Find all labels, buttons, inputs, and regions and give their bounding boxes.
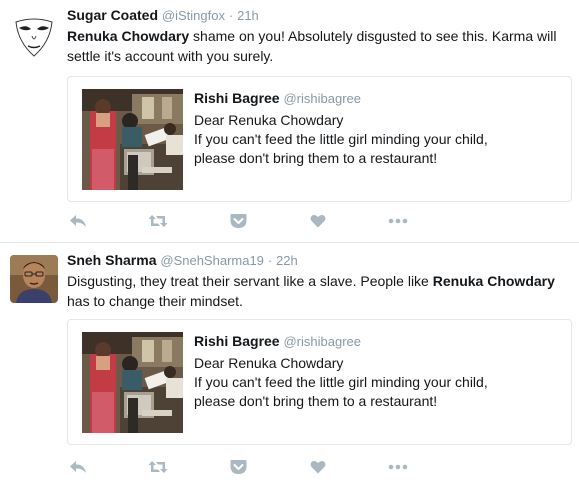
mention-link[interactable]: Renuka Chowdary — [67, 28, 189, 44]
mention-link[interactable]: Renuka Chowdary — [433, 273, 555, 289]
quoted-tweet-photo[interactable] — [82, 89, 183, 190]
more-icon[interactable] — [387, 211, 409, 231]
man-avatar-image — [10, 255, 58, 303]
reply-icon[interactable] — [67, 457, 89, 477]
timestamp[interactable]: 21h — [237, 8, 259, 23]
quoted-line-2: If you can't feed the little girl mindin… — [194, 374, 488, 390]
pocket-icon[interactable] — [227, 457, 249, 477]
quoted-line-3: please don't bring them to a restaurant! — [194, 393, 438, 409]
tweet-header: Sneh Sharma @SnehSharma19 · 22h — [67, 251, 298, 270]
quoted-author-name[interactable]: Rishi Bagree — [194, 333, 280, 349]
quoted-tweet-header: Rishi Bagree @rishibagree — [194, 332, 361, 351]
timestamp[interactable]: 22h — [276, 253, 298, 268]
restaurant-photo — [82, 332, 183, 433]
avatar[interactable] — [10, 12, 58, 60]
quoted-line-3: please don't bring them to a restaurant! — [194, 150, 438, 166]
quoted-tweet-text: Dear Renuka Chowdary If you can't feed t… — [194, 354, 564, 411]
quoted-tweet-header: Rishi Bagree @rishibagree — [194, 89, 361, 108]
author-name[interactable]: Sugar Coated — [67, 7, 158, 23]
quoted-line-1: Dear Renuka Chowdary — [194, 355, 344, 371]
tweet-text: Disgusting, they treat their servant lik… — [67, 271, 567, 311]
tweet-text: Renuka Chowdary shame on you! Absolutely… — [67, 26, 567, 66]
quoted-line-2: If you can't feed the little girl mindin… — [194, 131, 488, 147]
mask-avatar-image — [10, 12, 58, 60]
author-handle[interactable]: @SnehSharma19 — [160, 253, 264, 268]
author-name[interactable]: Sneh Sharma — [67, 252, 156, 268]
separator-dot: · — [228, 8, 234, 23]
quoted-tweet[interactable]: Rishi Bagree @rishibagree Dear Renuka Ch… — [67, 319, 572, 445]
quoted-author-handle[interactable]: @rishibagree — [283, 91, 361, 106]
tweet-header: Sugar Coated @iStingfox · 21h — [67, 6, 259, 25]
restaurant-photo — [82, 89, 183, 190]
pocket-icon[interactable] — [227, 211, 249, 231]
quoted-tweet-photo[interactable] — [82, 332, 183, 433]
quoted-line-1: Dear Renuka Chowdary — [194, 112, 344, 128]
tweet-actions — [67, 457, 427, 477]
more-icon[interactable] — [387, 457, 409, 477]
tweet[interactable]: Sneh Sharma @SnehSharma19 · 22h Disgusti… — [0, 243, 579, 484]
tweet-text-start: Disgusting, they treat their servant lik… — [67, 273, 433, 289]
quoted-tweet[interactable]: Rishi Bagree @rishibagree Dear Renuka Ch… — [67, 76, 572, 202]
tweet[interactable]: Sugar Coated @iStingfox · 21h Renuka Cho… — [0, 0, 579, 243]
tweet-text-body: has to change their mindset. — [67, 293, 243, 309]
retweet-icon[interactable] — [147, 211, 169, 231]
quoted-tweet-text: Dear Renuka Chowdary If you can't feed t… — [194, 111, 564, 168]
like-icon[interactable] — [307, 457, 329, 477]
like-icon[interactable] — [307, 211, 329, 231]
author-handle[interactable]: @iStingfox — [162, 8, 225, 23]
tweet-actions — [67, 211, 427, 231]
avatar[interactable] — [10, 255, 58, 303]
reply-icon[interactable] — [67, 211, 89, 231]
separator-dot: · — [267, 253, 273, 268]
quoted-author-name[interactable]: Rishi Bagree — [194, 90, 280, 106]
quoted-author-handle[interactable]: @rishibagree — [283, 334, 361, 349]
retweet-icon[interactable] — [147, 457, 169, 477]
